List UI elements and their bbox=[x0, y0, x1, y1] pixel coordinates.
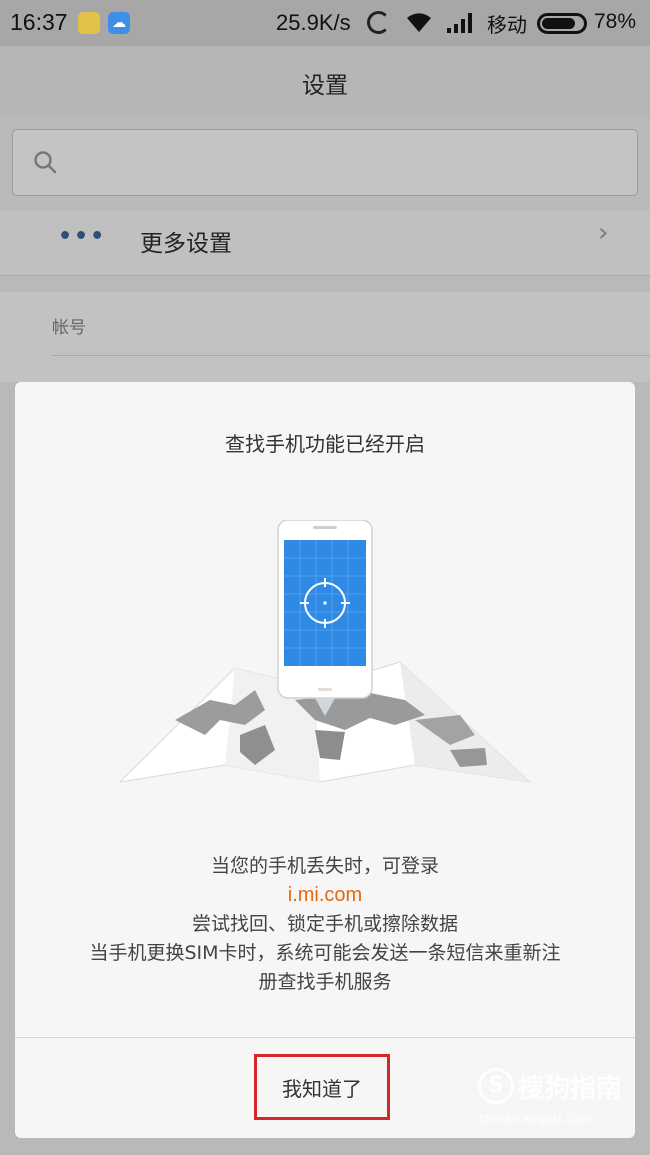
chevron-right-icon: › bbox=[598, 218, 609, 248]
message-line-3: 当手机更换SIM卡时，系统可能会发送一条短信来重新注 bbox=[89, 942, 561, 964]
sync-icon bbox=[367, 11, 390, 34]
network-speed: 25.9K/s bbox=[276, 10, 351, 35]
app-notification-icon bbox=[78, 12, 100, 34]
imi-link[interactable]: i.mi.com bbox=[15, 881, 635, 910]
wifi-icon bbox=[407, 13, 431, 32]
dialog-title: 查找手机功能已经开启 bbox=[225, 432, 425, 456]
search-input[interactable] bbox=[12, 129, 638, 196]
message-line-2: 尝试找回、锁定手机或擦除数据 bbox=[191, 913, 458, 935]
more-settings-item[interactable]: ••• 更多设置 › bbox=[0, 210, 650, 276]
more-settings-label: 更多设置 bbox=[140, 231, 232, 257]
divider bbox=[15, 1037, 635, 1038]
more-dots-icon: ••• bbox=[58, 224, 107, 249]
watermark-brand: 搜狗指南 bbox=[518, 1074, 623, 1104]
page-title: 设置 bbox=[302, 73, 348, 99]
find-phone-illustration bbox=[118, 520, 532, 783]
battery-icon bbox=[537, 13, 587, 34]
dialog-message: 当您的手机丢失时，可登录 i.mi.com 尝试找回、锁定手机或擦除数据 当手机… bbox=[15, 852, 635, 997]
got-it-button[interactable]: 我知道了 bbox=[254, 1054, 390, 1120]
status-time: 16:37 bbox=[10, 9, 68, 35]
account-section bbox=[0, 292, 650, 382]
divider bbox=[52, 355, 650, 356]
watermark: S 搜狗指南 zhinan.sogou.com bbox=[478, 1066, 638, 1136]
watermark-url: zhinan.sogou.com bbox=[478, 1110, 592, 1126]
search-icon bbox=[34, 151, 57, 174]
carrier-label: 移动 bbox=[487, 13, 527, 37]
signal-icon bbox=[447, 13, 472, 33]
sogou-logo-icon: S bbox=[478, 1068, 514, 1104]
find-phone-dialog: 查找手机功能已经开启 当您的手机丢失时，可登录 i.mi.com 尝试找回、锁定… bbox=[15, 382, 635, 1138]
cloud-icon: ☁ bbox=[108, 12, 130, 34]
message-line-4: 册查找手机服务 bbox=[258, 971, 392, 993]
battery-percent: 78% bbox=[594, 10, 637, 33]
phone-icon bbox=[277, 520, 373, 699]
status-bar: 16:37 ☁ 25.9K/s 移动 78% bbox=[0, 0, 650, 46]
message-line-1: 当您的手机丢失时，可登录 bbox=[210, 855, 439, 877]
account-section-label: 帐号 bbox=[52, 318, 86, 338]
